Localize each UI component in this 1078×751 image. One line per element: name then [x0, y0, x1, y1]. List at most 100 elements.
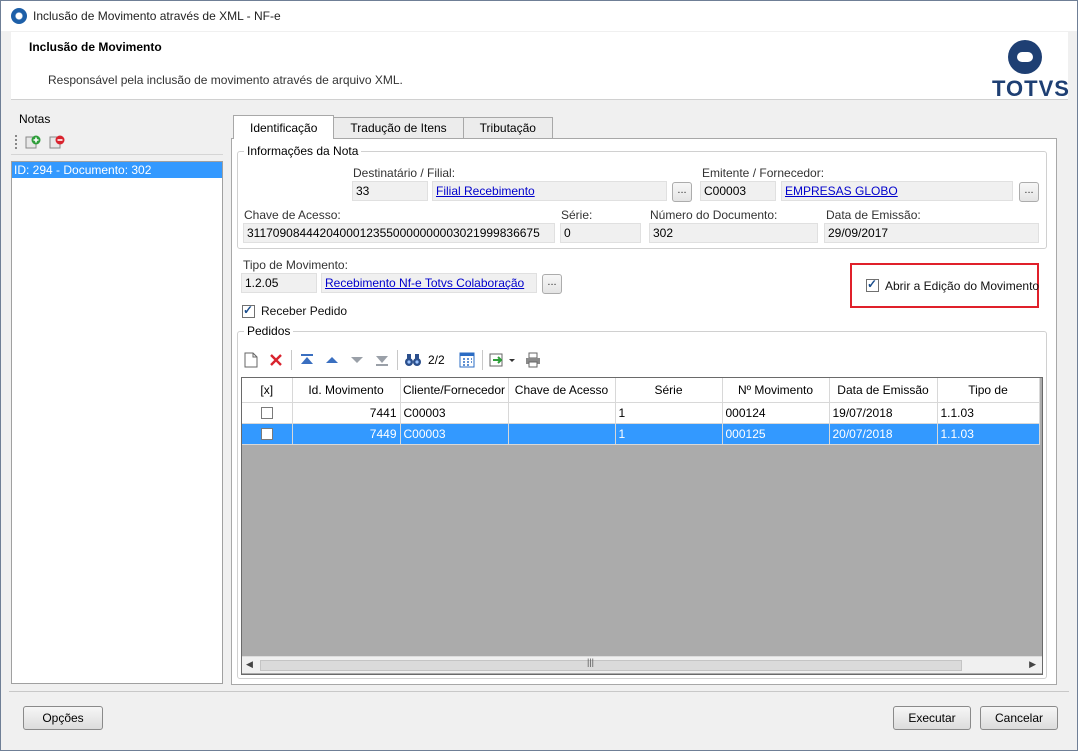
row-checkbox[interactable] — [260, 407, 273, 420]
scrollbar-thumb[interactable] — [260, 660, 962, 671]
cell-chave — [508, 402, 616, 424]
footer-divider — [9, 691, 1069, 692]
tab-tributacao[interactable]: Tributação — [462, 117, 553, 139]
horizontal-scrollbar[interactable]: ◀ ||| ▶ — [242, 656, 1042, 673]
title-bar: Inclusão de Movimento através de XML - N… — [1, 1, 1077, 31]
next-record-icon[interactable] — [347, 350, 367, 370]
column-header-cliente[interactable]: Cliente/Fornecedor — [400, 378, 509, 403]
cell-cliente: C00003 — [400, 402, 509, 424]
destinatario-name-link[interactable]: Filial Recebimento — [432, 181, 667, 201]
scrollbar-grip-icon: ||| — [587, 657, 595, 667]
table-row[interactable]: 7441 C00003 1 000124 19/07/2018 1.1.03 — [242, 402, 1040, 424]
new-record-icon[interactable] — [241, 350, 261, 370]
cell-tipo: 1.1.03 — [937, 423, 1040, 445]
cell-cliente: C00003 — [400, 423, 509, 445]
totvs-logo-icon — [1008, 40, 1042, 74]
notas-list[interactable]: ID: 294 - Documento: 302 — [11, 161, 223, 684]
cell-id: 7441 — [292, 402, 401, 424]
record-count: 2/2 — [428, 353, 445, 367]
tab-strip: Identificação Tradução de Itens Tributaç… — [233, 115, 553, 139]
destinatario-lookup-button[interactable]: ... — [672, 182, 692, 202]
cell-serie: 1 — [615, 402, 723, 424]
cell-chave — [508, 423, 616, 445]
nota-info-legend: Informações da Nota — [244, 144, 362, 158]
remove-nota-icon[interactable] — [48, 133, 66, 151]
column-header-serie[interactable]: Série — [615, 378, 723, 403]
emitente-lookup-button[interactable]: ... — [1019, 182, 1039, 202]
tipo-movimento-name-link[interactable]: Recebimento Nf-e Totvs Colaboração — [321, 273, 537, 293]
first-record-icon[interactable] — [297, 350, 317, 370]
row-checkbox-cell[interactable] — [242, 423, 293, 445]
tab-traducao-itens[interactable]: Tradução de Itens — [333, 117, 464, 139]
destinatario-label: Destinatário / Filial: — [353, 166, 456, 180]
column-header-tipo[interactable]: Tipo de — [937, 378, 1040, 403]
tipo-movimento-label: Tipo de Movimento: — [243, 258, 348, 272]
toolbar-grip-icon[interactable] — [15, 134, 18, 149]
pedidos-grid[interactable]: [x] Id. Movimento Cliente/Fornecedor Cha… — [241, 377, 1043, 675]
column-header-check[interactable]: [x] — [242, 378, 293, 403]
row-checkbox[interactable] — [260, 428, 273, 441]
header-title: Inclusão de Movimento — [29, 40, 162, 54]
main-window: Inclusão de Movimento através de XML - N… — [0, 0, 1078, 751]
toolbar-separator — [481, 350, 483, 370]
emitente-label: Emitente / Fornecedor: — [702, 166, 825, 180]
numero-documento-field[interactable]: 302 — [649, 223, 818, 243]
abrir-edicao-checkbox[interactable] — [866, 277, 879, 292]
opcoes-button[interactable]: Opções — [23, 706, 103, 730]
receber-pedido-label: Receber Pedido — [261, 304, 348, 318]
serie-field[interactable]: 0 — [560, 223, 641, 243]
cell-numero: 000124 — [722, 402, 830, 424]
cancelar-button[interactable]: Cancelar — [980, 706, 1058, 730]
window-title: Inclusão de Movimento através de XML - N… — [33, 9, 281, 23]
toolbar-separator — [397, 350, 398, 370]
chave-acesso-label: Chave de Acesso: — [244, 208, 341, 222]
abrir-edicao-label: Abrir a Edição do Movimento — [885, 279, 1040, 293]
column-header-data[interactable]: Data de Emissão — [829, 378, 938, 403]
receber-pedido-checkbox[interactable] — [242, 303, 255, 318]
scroll-left-icon[interactable]: ◀ — [246, 659, 253, 670]
emitente-name-link[interactable]: EMPRESAS GLOBO — [781, 181, 1013, 201]
data-emissao-label: Data de Emissão: — [826, 208, 921, 222]
cell-id: 7449 — [292, 423, 401, 445]
pedidos-toolbar: 2/2 — [241, 348, 548, 372]
cell-numero: 000125 — [722, 423, 830, 445]
print-icon[interactable] — [523, 350, 543, 370]
app-icon — [11, 8, 27, 24]
data-emissao-field[interactable]: 29/09/2017 — [824, 223, 1039, 243]
table-row[interactable]: 7449 C00003 1 000125 20/07/2018 1.1.03 — [242, 423, 1040, 445]
numero-documento-label: Número do Documento: — [650, 208, 778, 222]
totvs-logo: TOTVS — [986, 38, 1069, 101]
column-header-id[interactable]: Id. Movimento — [292, 378, 401, 403]
grid-layout-icon[interactable] — [457, 350, 477, 370]
cell-data: 20/07/2018 — [829, 423, 938, 445]
tipo-movimento-code-field[interactable]: 1.2.05 — [241, 273, 317, 293]
toolbar-separator — [291, 350, 292, 370]
delete-record-icon[interactable] — [266, 350, 286, 370]
binoculars-icon[interactable] — [403, 350, 423, 370]
serie-label: Série: — [561, 208, 593, 222]
add-nota-icon[interactable] — [24, 133, 42, 151]
notas-toolbar — [11, 129, 223, 155]
chave-acesso-field[interactable]: 3117090844420400012355000000000302199983… — [243, 223, 555, 243]
header-panel: Inclusão de Movimento Responsável pela i… — [11, 32, 1069, 101]
cell-serie: 1 — [615, 423, 723, 445]
emitente-code-field[interactable]: C00003 — [700, 181, 776, 201]
tab-identificacao[interactable]: Identificação — [233, 115, 335, 139]
totvs-logo-text: TOTVS — [992, 76, 1070, 101]
column-header-numero[interactable]: Nº Movimento — [722, 378, 830, 403]
cell-data: 19/07/2018 — [829, 402, 938, 424]
header-description: Responsável pela inclusão de movimento a… — [48, 73, 403, 87]
export-icon[interactable] — [488, 350, 518, 370]
tipo-movimento-lookup-button[interactable]: ... — [542, 274, 562, 294]
list-item[interactable]: ID: 294 - Documento: 302 — [12, 162, 222, 178]
grid-header-row: [x] Id. Movimento Cliente/Fornecedor Cha… — [242, 378, 1040, 403]
notas-label: Notas — [19, 112, 51, 126]
scroll-right-icon[interactable]: ▶ — [1029, 659, 1036, 670]
destinatario-code-field[interactable]: 33 — [352, 181, 428, 201]
previous-record-icon[interactable] — [322, 350, 342, 370]
cell-tipo: 1.1.03 — [937, 402, 1040, 424]
column-header-chave[interactable]: Chave de Acesso — [508, 378, 616, 403]
executar-button[interactable]: Executar — [893, 706, 971, 730]
row-checkbox-cell[interactable] — [242, 402, 293, 424]
last-record-icon[interactable] — [372, 350, 392, 370]
